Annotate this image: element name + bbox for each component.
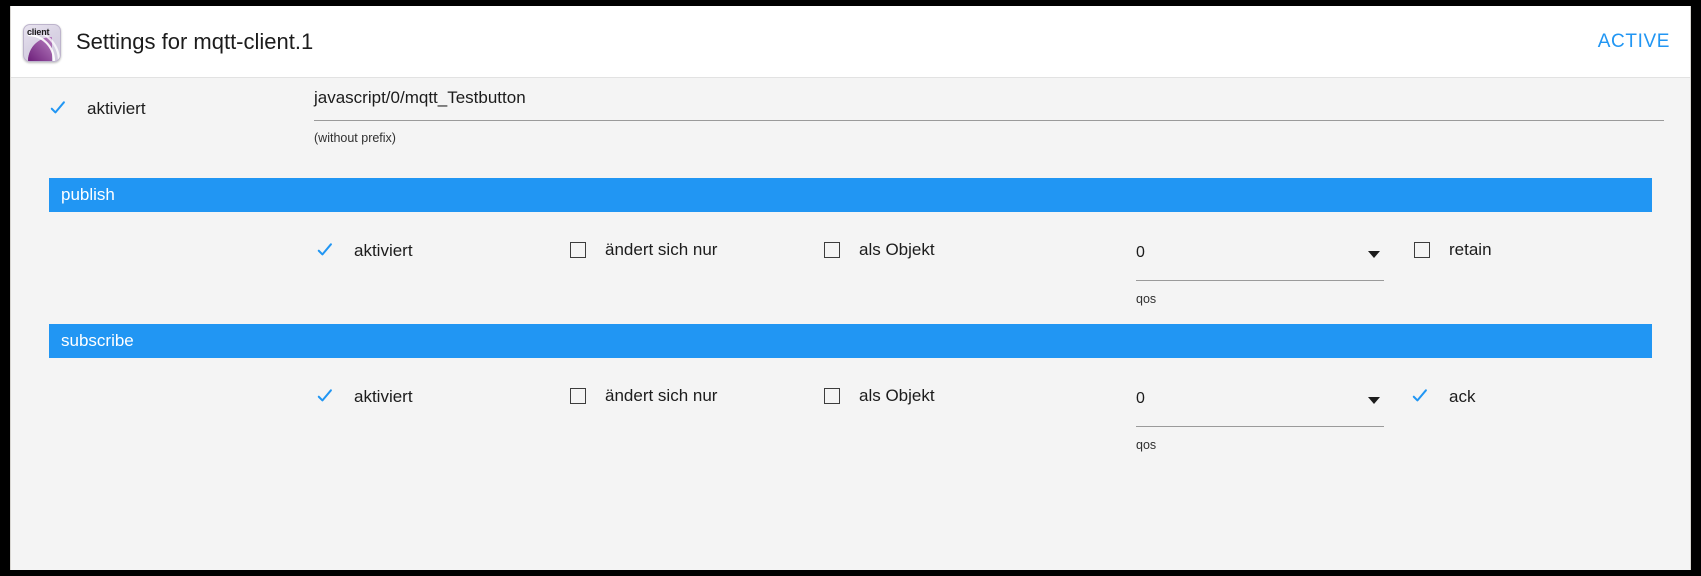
checkbox-empty-icon bbox=[824, 242, 840, 258]
enabled-checkbox[interactable]: aktiviert bbox=[49, 98, 146, 120]
check-icon bbox=[49, 98, 71, 120]
client-logo-label: client bbox=[27, 27, 50, 37]
status-badge: ACTIVE bbox=[1597, 30, 1670, 52]
page-title: Settings for mqtt-client.1 bbox=[76, 28, 314, 54]
subscribe-enabled-label: aktiviert bbox=[354, 387, 413, 406]
check-icon bbox=[316, 386, 338, 408]
settings-body: aktiviert javascript/0/mqtt_Testbutton (… bbox=[11, 78, 1690, 470]
subscribe-ack-checkbox[interactable]: ack bbox=[1411, 386, 1475, 408]
enabled-checkbox-label: aktiviert bbox=[87, 99, 146, 118]
publish-qos-value: 0 bbox=[1136, 244, 1145, 261]
section-title-subscribe: subscribe bbox=[61, 331, 134, 350]
section-header-subscribe: subscribe bbox=[49, 324, 1652, 358]
publish-retain-label: retain bbox=[1449, 240, 1492, 259]
subscribe-changes-only-checkbox[interactable]: ändert sich nur bbox=[567, 386, 717, 406]
subscribe-ack-label: ack bbox=[1449, 387, 1476, 406]
window-header: client Settings for mqtt-client.1 ACTIVE bbox=[11, 6, 1690, 78]
section-header-publish: publish bbox=[49, 178, 1652, 212]
topic-field[interactable]: javascript/0/mqtt_Testbutton (without pr… bbox=[314, 88, 1664, 145]
publish-as-object-label: als Objekt bbox=[859, 240, 935, 259]
publish-retain-checkbox[interactable]: retain bbox=[1411, 240, 1492, 260]
subscribe-enabled-checkbox[interactable]: aktiviert bbox=[316, 386, 413, 408]
checkbox-empty-icon bbox=[824, 388, 840, 404]
publish-qos-hint: qos bbox=[1136, 292, 1157, 306]
client-logo-icon: client bbox=[23, 24, 61, 62]
subscribe-qos-hint: qos bbox=[1136, 438, 1157, 452]
publish-changes-only-label: ändert sich nur bbox=[605, 240, 718, 259]
checkbox-empty-icon bbox=[1414, 242, 1430, 258]
section-row-publish: aktiviert ändert sich nur als Objekt 0 q… bbox=[11, 212, 1690, 324]
section-title-publish: publish bbox=[61, 185, 115, 204]
topic-input-hint: (without prefix) bbox=[314, 131, 396, 145]
section-row-subscribe: aktiviert ändert sich nur als Objekt 0 q… bbox=[11, 358, 1690, 470]
subscribe-as-object-checkbox[interactable]: als Objekt bbox=[821, 386, 935, 406]
check-icon bbox=[1411, 386, 1433, 408]
subscribe-qos-select[interactable]: 0 qos bbox=[1136, 390, 1384, 452]
topic-input-value[interactable]: javascript/0/mqtt_Testbutton bbox=[314, 88, 1664, 120]
logo-arcs-icon bbox=[26, 28, 60, 61]
publish-enabled-checkbox[interactable]: aktiviert bbox=[316, 240, 413, 262]
check-icon bbox=[316, 240, 338, 262]
checkbox-empty-icon bbox=[570, 242, 586, 258]
publish-changes-only-checkbox[interactable]: ändert sich nur bbox=[567, 240, 717, 260]
publish-as-object-checkbox[interactable]: als Objekt bbox=[821, 240, 935, 260]
publish-enabled-label: aktiviert bbox=[354, 241, 413, 260]
subscribe-changes-only-label: ändert sich nur bbox=[605, 386, 718, 405]
checkbox-empty-icon bbox=[570, 388, 586, 404]
chevron-down-icon[interactable] bbox=[1368, 251, 1380, 258]
chevron-down-icon[interactable] bbox=[1368, 397, 1380, 404]
top-settings-row: aktiviert javascript/0/mqtt_Testbutton (… bbox=[11, 78, 1690, 178]
subscribe-qos-value: 0 bbox=[1136, 390, 1145, 407]
subscribe-as-object-label: als Objekt bbox=[859, 386, 935, 405]
settings-window: client Settings for mqtt-client.1 ACTIVE… bbox=[10, 6, 1691, 570]
publish-qos-select[interactable]: 0 qos bbox=[1136, 244, 1384, 306]
